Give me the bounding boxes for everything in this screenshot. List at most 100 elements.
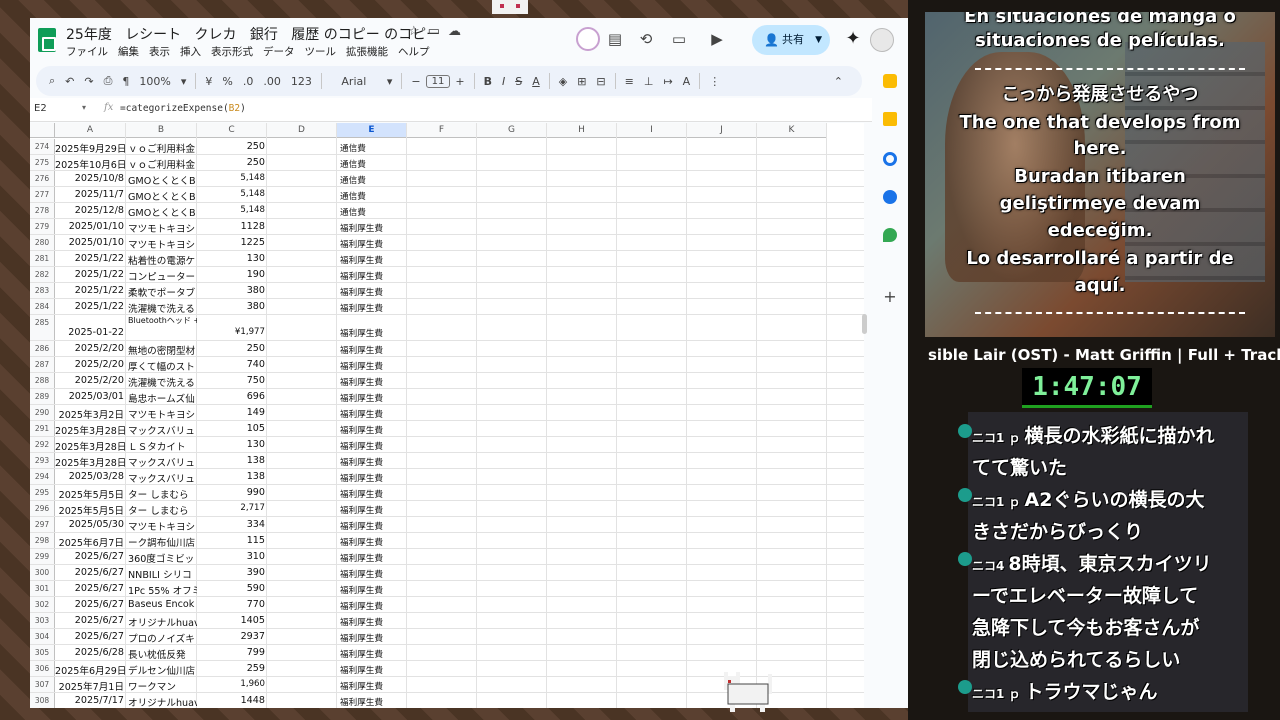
menu-edit[interactable]: 編集 — [118, 44, 139, 59]
cell-description[interactable]: マックスバリュ — [127, 455, 197, 469]
cell-date[interactable]: 2025年5月5日 — [55, 487, 126, 501]
cell-category[interactable]: 福利厚生費 — [338, 680, 408, 692]
paint-format-icon[interactable]: ¶ — [117, 75, 134, 88]
cell-amount[interactable]: 770 — [197, 599, 267, 610]
cloud-status-icon[interactable]: ☁ — [448, 24, 469, 39]
cell-description[interactable]: 洗濯機で洗える — [127, 301, 197, 315]
cell-category[interactable]: 福利厚生費 — [338, 456, 408, 468]
text-color-icon[interactable]: A — [527, 75, 545, 88]
cell-amount[interactable]: 1225 — [197, 237, 267, 248]
row-number[interactable]: 284 — [30, 299, 55, 314]
row-number[interactable]: 285 — [30, 315, 55, 340]
column-header-f[interactable]: F — [407, 123, 477, 138]
zoom-dropdown-icon[interactable]: ▾ — [176, 75, 192, 88]
cell-description[interactable]: Bluetoothヘッド +1 — [127, 315, 197, 326]
row-number[interactable]: 299 — [30, 549, 55, 564]
font-size-decrease[interactable]: − — [406, 75, 425, 88]
cell-date[interactable]: 2025/01/10 — [55, 237, 126, 248]
cell-category[interactable]: 通信費 — [338, 142, 408, 154]
collapse-toolbar-icon[interactable]: ⌃ — [829, 75, 848, 88]
row-number[interactable]: 297 — [30, 517, 55, 532]
row-number[interactable]: 305 — [30, 645, 55, 660]
cell-amount[interactable]: 5,148 — [197, 189, 267, 199]
zoom-select[interactable]: 100% — [134, 75, 175, 88]
column-header-b[interactable]: B — [126, 123, 197, 138]
cell-description[interactable]: オリジナルhuav — [127, 695, 197, 708]
cell-amount[interactable]: 990 — [197, 487, 267, 498]
cell-category[interactable]: 福利厚生費 — [338, 327, 408, 339]
cell-date[interactable]: 2025/03/28 — [55, 471, 126, 482]
search-icon[interactable]: ⌕ — [44, 74, 60, 88]
cell-date[interactable]: 2025/11/7 — [55, 189, 126, 200]
row-number[interactable]: 303 — [30, 613, 55, 628]
column-header-k[interactable]: K — [757, 123, 827, 138]
cell-description[interactable]: コンピューター — [127, 269, 197, 283]
cell-category[interactable]: 福利厚生費 — [338, 632, 408, 644]
more-icon[interactable]: ⋮ — [704, 75, 725, 88]
cell-description[interactable]: ター しまむら — [127, 503, 197, 517]
cell-amount[interactable]: 380 — [197, 285, 267, 296]
cell-date[interactable]: 2025年3月28日 — [55, 455, 126, 469]
cell-date[interactable]: 2025/2/20 — [55, 343, 126, 354]
cell-description[interactable]: マツモトキヨシ — [127, 237, 197, 251]
cell-description[interactable]: ーク調布仙川店 — [127, 535, 197, 549]
row-number[interactable]: 274 — [30, 139, 55, 154]
cell-category[interactable]: 福利厚生費 — [338, 254, 408, 266]
vertical-align-icon[interactable]: ⊥ — [639, 75, 659, 88]
cell-category[interactable]: 通信費 — [338, 174, 408, 186]
row-number[interactable]: 292 — [30, 437, 55, 452]
cell-amount[interactable]: 250 — [197, 157, 267, 168]
column-header-h[interactable]: H — [547, 123, 617, 138]
cell-date[interactable]: 2025年3月28日 — [55, 439, 126, 453]
cell-description[interactable]: デルセン仙川店 — [127, 663, 197, 677]
column-header-d[interactable]: D — [267, 123, 337, 138]
cell-description[interactable]: ｖｏご利用料金 — [127, 157, 197, 171]
formula-input[interactable]: =categorizeExpense(B2) — [120, 103, 246, 114]
row-number[interactable]: 298 — [30, 533, 55, 548]
row-number[interactable]: 278 — [30, 203, 55, 218]
cell-category[interactable]: 福利厚生費 — [338, 536, 408, 548]
name-box-dropdown-icon[interactable]: ▾ — [82, 103, 86, 112]
cell-amount[interactable]: 1,960 — [197, 679, 267, 689]
cell-category[interactable]: 福利厚生費 — [338, 504, 408, 516]
cell-date[interactable]: 2025/03/01 — [55, 391, 126, 402]
cell-category[interactable]: 福利厚生費 — [338, 648, 408, 660]
cell-description[interactable]: プロのノイズキ — [127, 631, 197, 645]
cell-amount[interactable]: 1405 — [197, 615, 267, 626]
cell-amount[interactable]: 1448 — [197, 695, 267, 706]
history-icon[interactable]: ⟲ — [633, 26, 659, 52]
cell-category[interactable]: 福利厚生費 — [338, 424, 408, 436]
row-number[interactable]: 289 — [30, 389, 55, 404]
cell-description[interactable]: 島忠ホームズ仙 — [127, 391, 197, 405]
increase-decimal-button[interactable]: .00 — [258, 75, 286, 88]
font-dropdown-icon[interactable]: ▾ — [382, 75, 398, 88]
sheets-sidebar-icon[interactable] — [883, 74, 897, 88]
font-select[interactable]: Arial — [326, 75, 382, 88]
cell-amount[interactable]: 696 — [197, 391, 267, 402]
cell-date[interactable]: 2025/6/27 — [55, 551, 126, 562]
cell-amount[interactable]: 390 — [197, 567, 267, 578]
cell-amount[interactable]: 115 — [197, 535, 267, 546]
percent-format-button[interactable]: % — [217, 75, 237, 88]
cell-date[interactable]: 2025/1/22 — [55, 269, 126, 280]
cell-description[interactable]: ター しまむら — [127, 487, 197, 501]
cell-category[interactable]: 福利厚生費 — [338, 238, 408, 250]
chevron-down-icon[interactable]: ▼ — [815, 25, 822, 55]
cell-amount[interactable]: 1128 — [197, 221, 267, 232]
redo-icon[interactable]: ↷ — [79, 75, 98, 88]
cell-date[interactable]: 2025/10/8 — [55, 173, 126, 184]
cell-category[interactable]: 福利厚生費 — [338, 376, 408, 388]
cell-date[interactable]: 2025/6/27 — [55, 615, 126, 626]
tasks-icon[interactable] — [883, 152, 897, 166]
row-number[interactable]: 290 — [30, 405, 55, 420]
cell-category[interactable]: 福利厚生費 — [338, 472, 408, 484]
cell-description[interactable]: GMOとくとくB — [127, 173, 197, 187]
cell-amount[interactable]: 130 — [197, 253, 267, 264]
comment-icon[interactable]: ▭ — [666, 26, 692, 52]
cell-description[interactable]: 洗濯機で洗える — [127, 375, 197, 389]
cell-amount[interactable]: 138 — [197, 455, 267, 466]
cell-amount[interactable]: 130 — [197, 439, 267, 450]
row-number[interactable]: 279 — [30, 219, 55, 234]
menu-tools[interactable]: ツール — [305, 44, 337, 59]
cell-amount[interactable]: 105 — [197, 423, 267, 434]
